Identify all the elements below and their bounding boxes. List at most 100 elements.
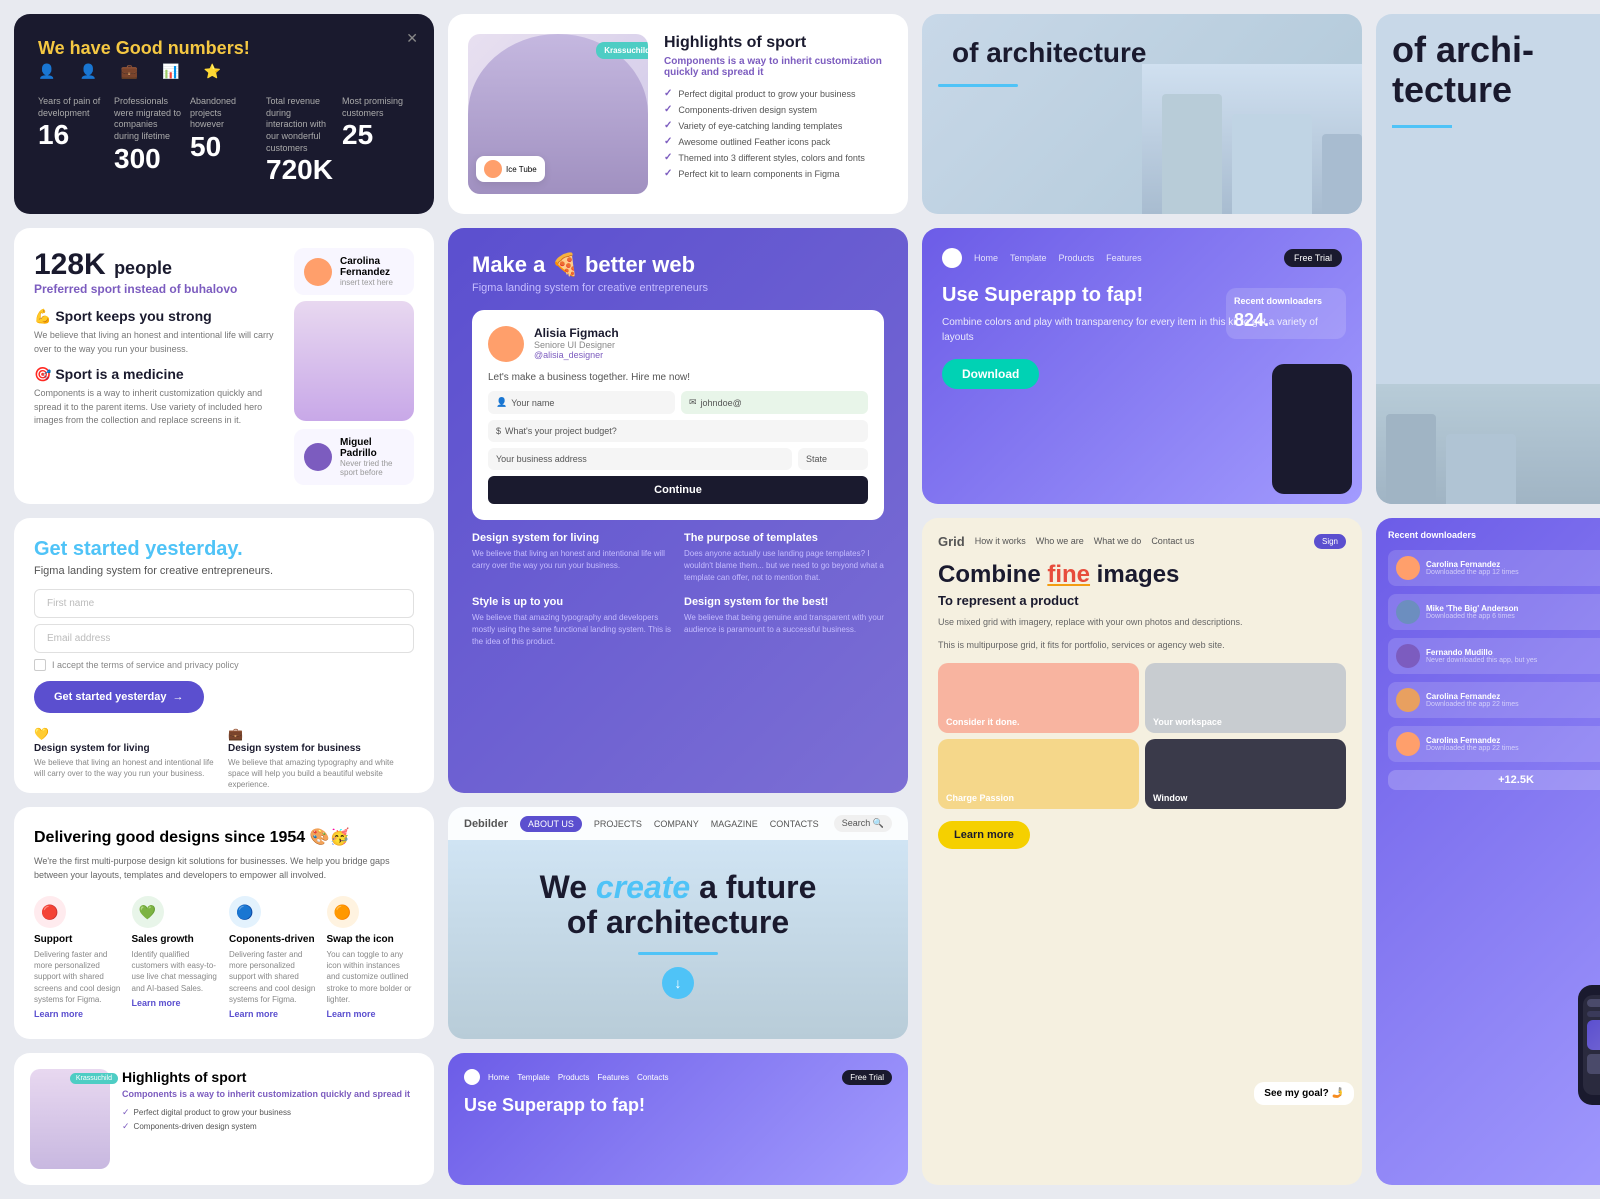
email-input[interactable]: ✉ johndoe@ <box>681 391 868 414</box>
swap-title: Swap the icon <box>327 934 415 945</box>
sales-title: Sales growth <box>132 934 220 945</box>
better-web-form-card: Alisia Figmach Seniore UI Designer @alis… <box>472 310 884 520</box>
superapp-bottom-logo <box>464 1069 480 1085</box>
arch-nav-logo: Debilder <box>464 818 508 830</box>
nav-projects[interactable]: PROJECTS <box>594 819 642 829</box>
name-input[interactable]: 👤 Your name <box>488 391 675 414</box>
get-started-card: Get started yesterday. Figma landing sys… <box>14 518 434 794</box>
img-cell-gray: Your workspace <box>1145 663 1346 733</box>
bottom-nav-features[interactable]: Features <box>597 1073 629 1082</box>
hero-circle-btn[interactable]: ↓ <box>662 967 694 999</box>
first-name-input[interactable]: First name <box>34 589 414 618</box>
grid-logo: Grid <box>938 534 965 549</box>
feature-item: Perfect kit to learn components in Figma <box>664 168 888 179</box>
email-input[interactable]: Email address <box>34 624 414 653</box>
plus-badge: +12.5K <box>1388 770 1600 790</box>
stat-abandoned: Abandoned projects however 50 <box>190 96 258 186</box>
building-col2 <box>1232 114 1312 214</box>
grid-sign-button[interactable]: Sign <box>1314 534 1346 549</box>
get-started-subtitle: Figma landing system for creative entrep… <box>34 565 414 577</box>
recent-downloaders: Recent downloaders 824. <box>1226 288 1346 339</box>
grid-nav-contact[interactable]: Contact us <box>1151 536 1194 546</box>
components-learn-link[interactable]: Learn more <box>229 1009 317 1019</box>
person-icon: 👤 <box>38 63 55 80</box>
grid-nav-whatwe[interactable]: What we do <box>1094 536 1142 546</box>
col4-blue-line <box>1392 125 1452 128</box>
nav-home[interactable]: Home <box>974 253 998 263</box>
recent-header: Recent downloaders <box>1388 530 1600 540</box>
col4-building-col1 <box>1386 414 1436 504</box>
nav-magazine[interactable]: MAGAZINE <box>711 819 758 829</box>
dl-name-5: Carolina Fernandez <box>1426 736 1600 745</box>
person-card-2: Miguel Padrillo Never tried the sport be… <box>294 429 414 485</box>
people-content: 128K people Preferred sport instead of b… <box>34 248 282 484</box>
swap-icon: 🟠 <box>327 896 359 928</box>
feature1-desc: We believe that living an honest and int… <box>34 757 220 779</box>
get-started-button[interactable]: Get started yesterday → <box>34 681 204 713</box>
nav-contacts[interactable]: CONTACTS <box>770 819 819 829</box>
budget-input[interactable]: $ What's your project budget? <box>488 420 868 442</box>
dl-item-2: Mike 'The Big' Anderson Downloaded the a… <box>1388 594 1600 630</box>
bottom-nav-contacts[interactable]: Contacts <box>637 1073 669 1082</box>
phone-banner <box>1587 1020 1600 1050</box>
person2-badge: Ice Tube <box>476 156 545 182</box>
support-learn-link[interactable]: Learn more <box>34 1009 122 1019</box>
sales-learn-link[interactable]: Learn more <box>132 998 220 1008</box>
grid-nav-whowe[interactable]: Who we are <box>1036 536 1084 546</box>
star-icon: ⭐ <box>204 63 221 80</box>
people-count: 128K people <box>34 248 172 281</box>
col4-building <box>1376 384 1600 504</box>
sport-strong-text: We believe that living an honest and int… <box>34 329 282 356</box>
combine-prefix: Combine <box>938 561 1047 588</box>
stat-customers: Most promising customers 25 <box>342 96 410 186</box>
combine-title: Combine fine images <box>938 561 1346 589</box>
swap-learn-link[interactable]: Learn more <box>327 1009 415 1019</box>
people-tagline: Preferred sport instead of buhalovo <box>34 282 282 296</box>
better-web-subtitle: Figma landing system for creative entrep… <box>472 282 884 294</box>
downloader-list: Carolina Fernandez Downloaded the app 12… <box>1388 550 1600 762</box>
nav-template[interactable]: Template <box>1010 253 1047 263</box>
feature2-emoji: 💼 <box>228 727 414 741</box>
title-prefix: Get started <box>34 538 145 560</box>
nav-aboutus[interactable]: ABOUT US <box>520 816 582 832</box>
bottom-nav-products[interactable]: Products <box>558 1073 590 1082</box>
components-desc: Delivering faster and more personalized … <box>229 949 317 1005</box>
feature-item: Variety of eye-catching landing template… <box>664 120 888 131</box>
terms-checkbox[interactable] <box>34 659 46 671</box>
sport-subtitle: Components is a way to inherit customiza… <box>664 56 888 78</box>
stat-professionals: Professionals were migrated to companies… <box>114 96 182 186</box>
bottom-nav-home[interactable]: Home <box>488 1073 509 1082</box>
col4-arch-card: of archi-tecture ↓ <box>1376 14 1600 504</box>
arch-top-title: of architecture <box>938 24 1161 83</box>
nav-features[interactable]: Features <box>1106 253 1142 263</box>
close-icon[interactable]: ✕ <box>406 30 418 47</box>
dl-name-3: Fernando Mudillo <box>1426 648 1600 657</box>
person2-name: Ice Tube <box>506 165 537 174</box>
combine-learn-button[interactable]: Learn more <box>938 821 1030 849</box>
state-input[interactable]: State <box>798 448 868 470</box>
nav-company[interactable]: COMPANY <box>654 819 699 829</box>
free-trial-button[interactable]: Free Trial <box>1284 249 1342 267</box>
sport-image-area: Krassuchild Ice Tube <box>468 34 648 194</box>
dl-avatar-5 <box>1396 732 1420 756</box>
address-input[interactable]: Your business address <box>488 448 792 470</box>
sport-bottom-content: Highlights of sport Components is a way … <box>122 1069 410 1169</box>
form-row-3: Your business address State <box>488 448 868 470</box>
arch-search[interactable]: Search 🔍 <box>834 815 892 832</box>
dollar-icon: $ <box>496 426 501 436</box>
person2-avatar <box>484 160 502 178</box>
components-icon: 🔵 <box>229 896 261 928</box>
download-button[interactable]: Download <box>942 359 1039 389</box>
sport-medicine-text: Components is a way to inherit customiza… <box>34 387 282 428</box>
continue-button[interactable]: Continue <box>488 476 868 504</box>
phone-grid <box>1587 1054 1600 1074</box>
grid-nav-howit[interactable]: How it works <box>975 536 1026 546</box>
person2-icon: 👤 <box>79 63 96 80</box>
bottom-nav-template[interactable]: Template <box>517 1073 549 1082</box>
create-text: create <box>596 869 690 905</box>
nav-products[interactable]: Products <box>1059 253 1095 263</box>
superapp-bottom-navbar: Home Template Products Features Contacts… <box>464 1069 892 1085</box>
img-cell-pink: Consider it done. <box>938 663 1139 733</box>
bottom-free-trial-button[interactable]: Free Trial <box>842 1070 892 1085</box>
col4-building-col2 <box>1446 434 1516 504</box>
